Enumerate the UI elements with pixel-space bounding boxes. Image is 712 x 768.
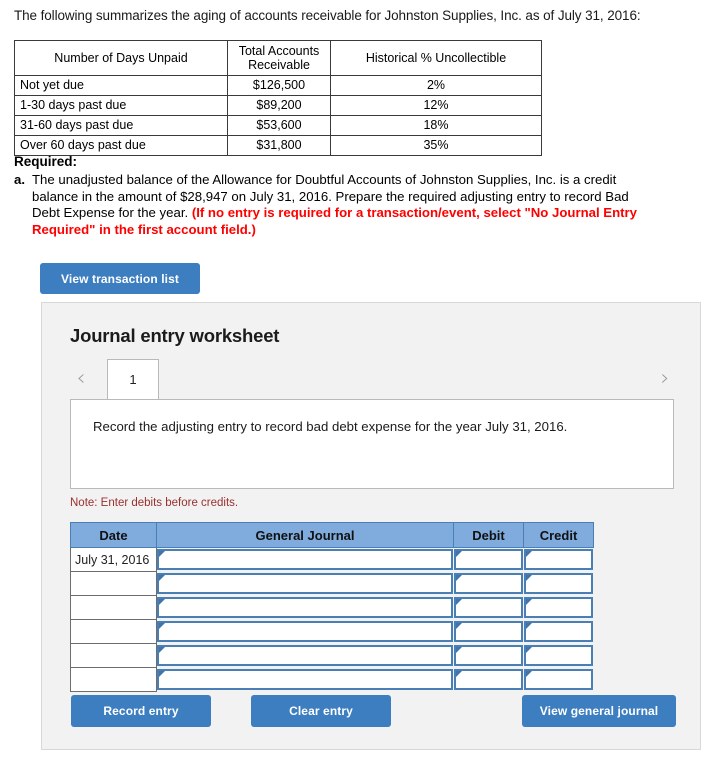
record-entry-button[interactable]: Record entry [71,695,211,727]
account-input[interactable] [157,573,453,594]
account-input[interactable] [157,621,453,642]
cell-days-unpaid: 1-30 days past due [14,95,228,116]
required-heading: Required: [14,154,78,169]
clear-entry-button[interactable]: Clear entry [251,695,391,727]
debit-input[interactable] [453,597,523,618]
worksheet-tab-1[interactable]: 1 [107,359,159,399]
column-header-total-accounts-receivable: Total Accounts Receivable [227,40,331,76]
account-input[interactable] [157,549,453,571]
debit-input[interactable] [453,669,523,690]
account-input[interactable] [157,645,453,666]
debit-input[interactable] [453,549,523,571]
journal-cell-debit[interactable] [453,596,524,620]
table-row: Over 60 days past due $31,800 35% [14,135,542,156]
account-input[interactable] [157,669,453,690]
table-row: Not yet due $126,500 2% [14,75,542,96]
journal-cell-debit[interactable] [453,548,524,572]
journal-cell-credit[interactable] [523,596,594,620]
journal-cell-credit[interactable] [523,548,594,572]
journal-cell-account[interactable] [157,572,454,596]
table-header-row: Number of Days Unpaid Total Accounts Rec… [14,40,542,76]
journal-cell-credit[interactable] [523,668,594,692]
column-header-days-unpaid: Number of Days Unpaid [14,40,228,76]
table-row [70,571,594,596]
required-item-a: a. The unadjusted balance of the Allowan… [14,172,654,238]
table-row [70,619,594,644]
cell-uncollectible: 2% [330,75,542,96]
journal-cell-date[interactable]: July 31, 2016 [70,547,157,572]
credit-input[interactable] [523,573,593,594]
journal-column-header-date: Date [70,522,157,548]
journal-cell-debit[interactable] [453,668,524,692]
journal-entry-worksheet-panel: Journal entry worksheet ‹ 1 › Record the… [41,302,701,750]
credit-input[interactable] [523,621,593,642]
debit-input[interactable] [453,645,523,666]
journal-cell-account[interactable] [157,644,454,668]
table-row: 31-60 days past due $53,600 18% [14,115,542,136]
journal-cell-account[interactable] [157,596,454,620]
credit-input[interactable] [523,597,593,618]
intro-text: The following summarizes the aging of ac… [14,8,641,23]
cell-days-unpaid: 31-60 days past due [14,115,228,136]
header-line-1: Total Accounts [238,43,320,58]
cell-receivable: $53,600 [227,115,331,136]
cell-days-unpaid: Not yet due [14,75,228,96]
cell-receivable: $126,500 [227,75,331,96]
view-general-journal-button[interactable]: View general journal [522,695,676,727]
chevron-left-icon[interactable]: ‹ [70,365,92,393]
journal-cell-credit[interactable] [523,644,594,668]
journal-cell-date[interactable] [70,619,157,644]
journal-cell-date[interactable] [70,571,157,596]
worksheet-pager: ‹ 1 › [42,359,700,399]
header-line-2: Receivable [248,58,310,72]
cell-uncollectible: 35% [330,135,542,156]
table-row [70,667,594,692]
journal-column-header-general-journal: General Journal [156,522,454,548]
cell-uncollectible: 12% [330,95,542,116]
journal-cell-account[interactable] [157,548,454,572]
required-item-marker: a. [14,172,25,187]
view-transaction-list-button[interactable]: View transaction list [40,263,200,294]
journal-cell-debit[interactable] [453,572,524,596]
journal-cell-account[interactable] [157,668,454,692]
aging-of-receivables-table: Number of Days Unpaid Total Accounts Rec… [14,40,542,156]
worksheet-note: Note: Enter debits before credits. [70,497,239,509]
journal-header-row: Date General Journal Debit Credit [70,522,594,548]
account-input[interactable] [157,597,453,618]
table-row [70,643,594,668]
aging-table-body: Not yet due $126,500 2% 1-30 days past d… [14,75,542,156]
chevron-right-icon[interactable]: › [654,365,676,393]
journal-cell-account[interactable] [157,620,454,644]
required-item-body: The unadjusted balance of the Allowance … [32,172,654,238]
worksheet-description-box: Record the adjusting entry to record bad… [70,399,674,489]
worksheet-title: Journal entry worksheet [70,325,280,346]
journal-column-header-credit: Credit [523,522,594,548]
cell-days-unpaid: Over 60 days past due [14,135,228,156]
cell-receivable: $89,200 [227,95,331,116]
column-header-historical-pct-uncollectible: Historical % Uncollectible [330,40,542,76]
table-row [70,595,594,620]
journal-cell-credit[interactable] [523,572,594,596]
table-row: July 31, 2016 [70,547,594,572]
journal-cell-date[interactable] [70,595,157,620]
cell-receivable: $31,800 [227,135,331,156]
table-row: 1-30 days past due $89,200 12% [14,95,542,116]
journal-table-body: July 31, 2016 [70,547,594,692]
worksheet-description-text: Record the adjusting entry to record bad… [93,419,568,434]
general-journal-entry-table: Date General Journal Debit Credit July 3… [70,522,594,692]
credit-input[interactable] [523,645,593,666]
cell-uncollectible: 18% [330,115,542,136]
journal-column-header-debit: Debit [453,522,524,548]
credit-input[interactable] [523,549,593,571]
journal-cell-credit[interactable] [523,620,594,644]
debit-input[interactable] [453,573,523,594]
debit-input[interactable] [453,621,523,642]
journal-cell-date[interactable] [70,643,157,668]
journal-cell-date[interactable] [70,667,157,692]
credit-input[interactable] [523,669,593,690]
journal-cell-debit[interactable] [453,620,524,644]
journal-cell-debit[interactable] [453,644,524,668]
